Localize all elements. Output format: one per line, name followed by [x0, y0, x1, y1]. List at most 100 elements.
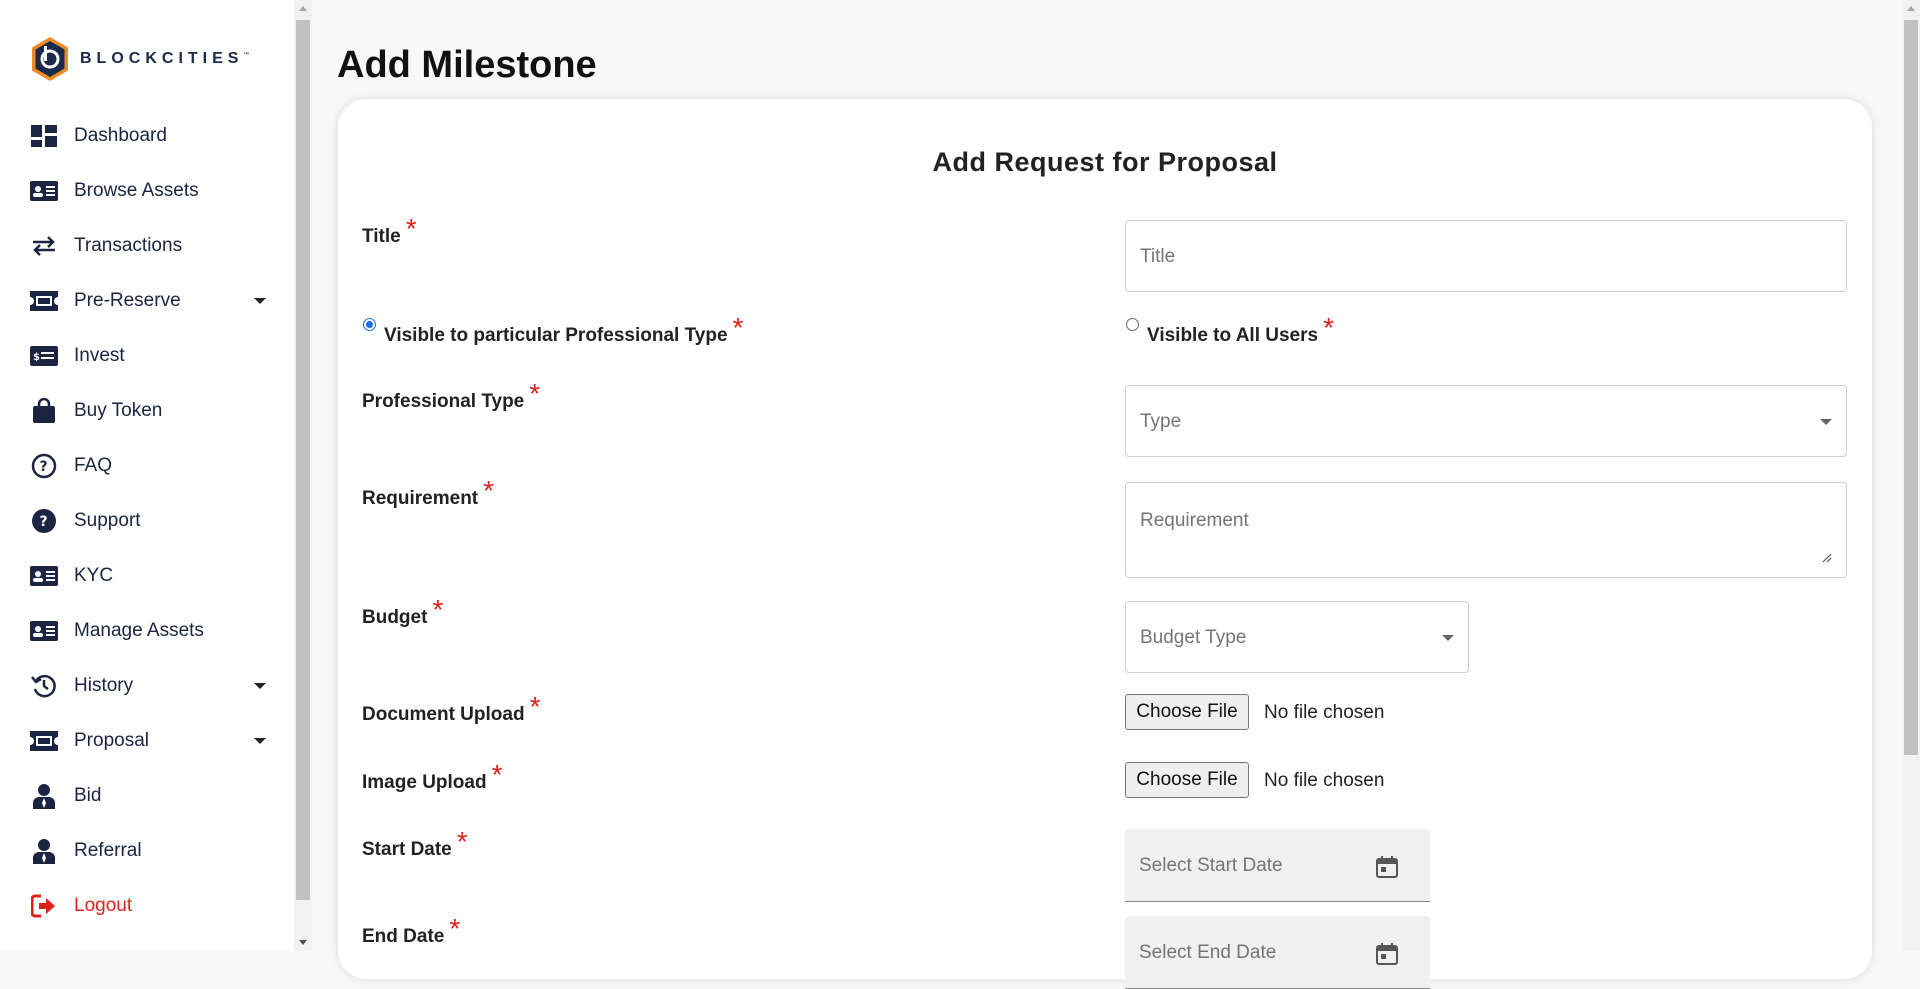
required-mark: * [491, 759, 503, 790]
document-choose-file-button[interactable]: Choose File [1125, 694, 1249, 730]
required-mark: * [483, 475, 495, 506]
radio-particular-label: Visible to particular Professional Type * [384, 312, 744, 346]
logout-icon [30, 892, 58, 920]
required-mark: * [405, 213, 417, 244]
sidebar-item-referral[interactable]: Referral [0, 823, 294, 878]
title-input[interactable]: Title [1125, 220, 1847, 292]
scrollbar-thumb[interactable] [1904, 20, 1918, 755]
shopping-bag-icon [30, 397, 58, 425]
money-card-icon: $ [30, 342, 58, 370]
sidebar-item-label: Dashboard [74, 124, 167, 146]
svg-text:?: ? [40, 459, 48, 475]
chevron-down-icon [1820, 419, 1832, 425]
chevron-down-icon [1442, 635, 1454, 641]
sidebar-item-label: History [74, 674, 134, 696]
sidebar-item-pre-reserve[interactable]: Pre-Reserve [0, 273, 294, 328]
sidebar-item-invest[interactable]: $ Invest [0, 328, 294, 383]
start-date-label: Start Date * [362, 826, 468, 860]
brand-name: BLOCKCITIES™ [80, 50, 250, 67]
blockcities-logo-icon [32, 37, 68, 81]
scroll-up-arrow-icon[interactable] [1907, 6, 1915, 11]
title-label: Title * [362, 213, 417, 247]
sidebar-item-dashboard[interactable]: Dashboard [0, 108, 294, 163]
scroll-up-arrow-icon[interactable] [299, 6, 307, 11]
budget-type-select[interactable]: Budget Type [1125, 601, 1469, 673]
question-circle-outline-icon: ? [30, 452, 58, 480]
id-card-icon [30, 177, 58, 205]
document-upload-label: Document Upload * [362, 691, 541, 725]
sidebar-item-label: Invest [74, 344, 125, 366]
radio-all-users[interactable] [1126, 318, 1139, 331]
sidebar-scrollbar[interactable] [294, 0, 312, 951]
title-placeholder: Title [1140, 246, 1176, 267]
sidebar-item-transactions[interactable]: Transactions [0, 218, 294, 273]
form-card: Add Request for Proposal Title * Title Vi… [338, 99, 1872, 989]
id-card-icon [30, 617, 58, 645]
ticket-icon [30, 287, 58, 315]
question-circle-filled-icon: ? [30, 507, 58, 535]
start-date-placeholder: Select Start Date [1139, 855, 1283, 876]
chevron-down-icon[interactable] [254, 683, 266, 689]
professional-type-select[interactable]: Type [1125, 385, 1847, 457]
sidebar-item-logout[interactable]: Logout [0, 878, 294, 933]
sidebar-item-label: Logout [74, 894, 133, 916]
requirement-placeholder: Requirement [1140, 510, 1249, 531]
required-mark: * [1323, 312, 1334, 343]
user-tie-icon [30, 837, 58, 865]
chevron-down-icon[interactable] [254, 738, 266, 744]
ticket-icon [30, 727, 58, 755]
sidebar-item-label: Proposal [74, 729, 149, 751]
end-date-input[interactable]: Select End Date [1125, 916, 1430, 989]
sidebar-item-support[interactable]: ? Support [0, 493, 294, 548]
sidebar-item-label: Buy Token [74, 399, 163, 421]
dashboard-icon [30, 122, 58, 150]
sidebar-item-bid[interactable]: Bid [0, 768, 294, 823]
radio-all-users-label: Visible to All Users * [1147, 312, 1334, 346]
sidebar-nav: Dashboard Browse Assets Transactions Pre… [0, 108, 294, 933]
svg-text:?: ? [40, 514, 48, 530]
sidebar-item-browse-assets[interactable]: Browse Assets [0, 163, 294, 218]
sidebar-item-history[interactable]: History [0, 658, 294, 713]
chevron-down-icon[interactable] [254, 298, 266, 304]
scrollbar-thumb[interactable] [296, 20, 310, 900]
page-scrollbar[interactable] [1902, 0, 1920, 951]
page-title: Add Milestone [337, 44, 597, 86]
sidebar-item-label: Referral [74, 839, 142, 861]
image-choose-file-button[interactable]: Choose File [1125, 762, 1249, 798]
sidebar-item-label: Bid [74, 784, 102, 806]
requirement-textarea[interactable]: Requirement [1125, 482, 1847, 578]
brand-logo[interactable]: BLOCKCITIES™ [30, 36, 249, 82]
resize-grip-icon[interactable] [1822, 553, 1832, 563]
sidebar-item-manage-assets[interactable]: Manage Assets [0, 603, 294, 658]
sidebar-item-label: KYC [74, 564, 114, 586]
swap-arrows-icon [30, 232, 58, 260]
image-upload-label: Image Upload * [362, 759, 503, 793]
sidebar-item-kyc[interactable]: KYC [0, 548, 294, 603]
required-mark: * [432, 594, 444, 625]
form-title: Add Request for Proposal [932, 147, 1278, 177]
sidebar-item-label: Pre-Reserve [74, 289, 181, 311]
svg-text:$: $ [33, 352, 40, 363]
requirement-label: Requirement * [362, 475, 495, 509]
sidebar: BLOCKCITIES™ Dashboard Browse Assets Tra… [0, 0, 294, 951]
scroll-down-arrow-icon[interactable] [299, 940, 307, 945]
calendar-icon[interactable] [1375, 855, 1399, 879]
required-mark: * [529, 691, 541, 722]
sidebar-item-label: FAQ [74, 454, 113, 476]
image-file-status: No file chosen [1264, 770, 1385, 791]
budget-label: Budget * [362, 594, 444, 628]
required-mark: * [732, 312, 744, 343]
start-date-input[interactable]: Select Start Date [1125, 829, 1430, 902]
sidebar-item-label: Support [74, 509, 141, 531]
sidebar-item-buy-token[interactable]: Buy Token [0, 383, 294, 438]
budget-type-placeholder: Budget Type [1140, 627, 1247, 648]
sidebar-item-faq[interactable]: ? FAQ [0, 438, 294, 493]
history-icon [30, 672, 58, 700]
required-mark: * [529, 378, 541, 409]
required-mark: * [449, 913, 461, 944]
sidebar-item-proposal[interactable]: Proposal [0, 713, 294, 768]
calendar-icon[interactable] [1375, 942, 1399, 966]
radio-particular-professional[interactable] [363, 318, 376, 331]
user-tie-icon [30, 782, 58, 810]
id-card-icon [30, 562, 58, 590]
